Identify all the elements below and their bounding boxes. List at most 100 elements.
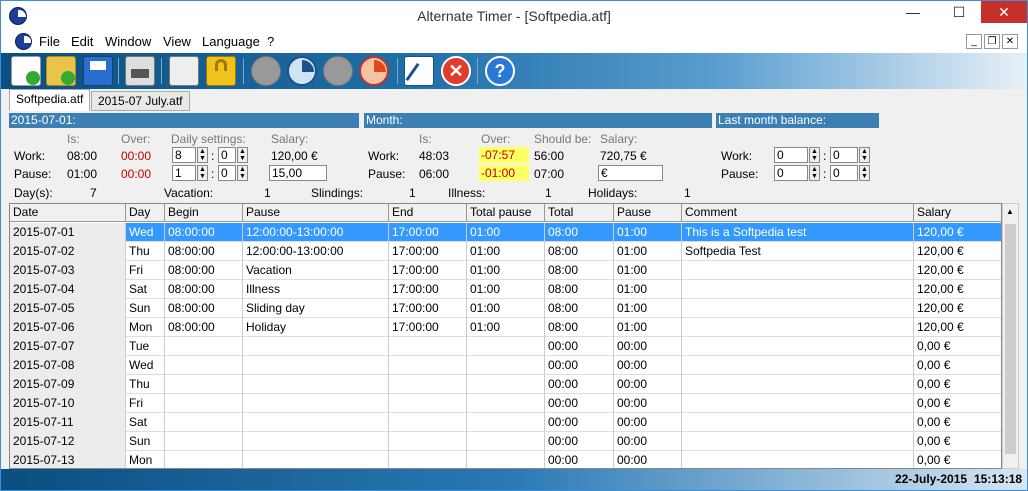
timer-stop-icon[interactable] [323,56,353,86]
cell-pause-total[interactable]: 00:00 [614,432,682,451]
cell-total-pause[interactable] [467,337,545,356]
cell-total[interactable]: 00:00 [545,375,614,394]
cell-date[interactable]: 2015-07-13 [10,451,126,468]
cell-total[interactable]: 08:00 [545,223,614,242]
day-work-hours-spinner[interactable]: ▲ ▼ [197,147,208,163]
cell-total[interactable]: 08:00 [545,242,614,261]
cell-date[interactable]: 2015-07-01 [10,223,126,242]
table-row[interactable]: 2015-07-08 Wed 00:00 00:00 0,00 € [10,356,1001,375]
cell-pause[interactable]: Sliding day [243,299,389,318]
column-header-pause[interactable]: Pause [243,204,389,222]
cell-day[interactable]: Sun [126,432,165,451]
cell-day[interactable]: Fri [126,394,165,413]
cell-end[interactable] [389,432,467,451]
cell-day[interactable]: Wed [126,356,165,375]
day-pause-minutes-spinner[interactable]: ▲ ▼ [237,165,248,181]
cell-comment[interactable] [682,356,914,375]
cell-date[interactable]: 2015-07-12 [10,432,126,451]
vertical-scrollbar[interactable]: ▲ [1002,203,1019,469]
close-button[interactable]: ✕ [981,1,1027,23]
cell-comment[interactable]: Softpedia Test [682,242,914,261]
balance-work-minutes-spinner[interactable]: ▲ ▼ [859,147,870,163]
tab-softpedia[interactable]: Softpedia.atf [9,89,91,111]
cell-pause[interactable]: Holiday [243,318,389,337]
cell-end[interactable] [389,356,467,375]
cell-total-pause[interactable] [467,394,545,413]
column-header-date[interactable]: Date [10,204,126,222]
cell-salary[interactable]: 120,00 € [914,318,1001,337]
table-row[interactable]: 2015-07-02 Thu 08:00:00 12:00:00-13:00:00 17… [10,242,1001,261]
cell-end[interactable] [389,413,467,432]
cell-total-pause[interactable] [467,356,545,375]
tab-july[interactable]: 2015-07 July.atf [91,91,190,111]
column-header-salary[interactable]: Salary [914,204,1001,222]
cell-salary[interactable]: 120,00 € [914,223,1001,242]
cell-total[interactable]: 00:00 [545,413,614,432]
cell-date[interactable]: 2015-07-07 [10,337,126,356]
cell-pause[interactable] [243,337,389,356]
cell-comment[interactable] [682,318,914,337]
menu-language[interactable]: Language [202,34,260,49]
cell-begin[interactable] [165,451,243,468]
scroll-up-arrow[interactable]: ▲ [1006,207,1014,216]
cell-day[interactable]: Sat [126,413,165,432]
table-row[interactable]: 2015-07-06 Mon 08:00:00 Holiday 17:00:00 01:0… [10,318,1001,337]
cell-pause-total[interactable]: 00:00 [614,451,682,468]
cell-end[interactable] [389,451,467,468]
cell-end[interactable] [389,375,467,394]
menu-edit[interactable]: Edit [71,34,93,49]
cell-begin[interactable] [165,432,243,451]
table-row[interactable]: 2015-07-12 Sun 00:00 00:00 0,00 € [10,432,1001,451]
cell-pause-total[interactable]: 00:00 [614,356,682,375]
timesheet-table[interactable]: Date Day Begin Pause End Total pause Total Paus… [9,203,1002,469]
table-row[interactable]: 2015-07-01 Wed 08:00:00 12:00:00-13:00:00 17… [10,223,1001,242]
cell-salary[interactable]: 0,00 € [914,432,1001,451]
cell-total-pause[interactable] [467,432,545,451]
cell-begin[interactable]: 08:00:00 [165,280,243,299]
balance-pause-minutes-spinner[interactable]: ▲ ▼ [859,165,870,181]
cell-total-pause[interactable]: 01:00 [467,242,545,261]
cell-pause[interactable] [243,375,389,394]
day-pause-salary-input[interactable]: 15,00 [269,165,327,181]
mdi-clock-icon[interactable] [15,33,32,50]
cell-date[interactable]: 2015-07-02 [10,242,126,261]
help-icon[interactable]: ? [485,56,515,86]
day-pause-hours-input[interactable]: 1 [172,165,196,181]
mdi-restore-button[interactable]: ❐ [984,34,1000,49]
mdi-close-button[interactable]: ✕ [1002,34,1018,49]
column-header-total[interactable]: Total [545,204,614,222]
cell-end[interactable]: 17:00:00 [389,261,467,280]
cell-pause-total[interactable]: 00:00 [614,413,682,432]
cell-total-pause[interactable]: 01:00 [467,261,545,280]
cell-end[interactable]: 17:00:00 [389,223,467,242]
cell-comment[interactable] [682,451,914,468]
column-header-day[interactable]: Day [126,204,165,222]
cell-comment[interactable] [682,261,914,280]
cell-pause[interactable]: 12:00:00-13:00:00 [243,242,389,261]
menu-help[interactable]: ? [267,34,274,49]
cell-date[interactable]: 2015-07-08 [10,356,126,375]
cell-end[interactable] [389,337,467,356]
cell-total-pause[interactable] [467,413,545,432]
cell-pause-total[interactable]: 00:00 [614,394,682,413]
cell-salary[interactable]: 120,00 € [914,261,1001,280]
cell-total[interactable]: 00:00 [545,451,614,468]
cell-day[interactable]: Fri [126,261,165,280]
menu-file[interactable]: File [39,34,60,49]
cell-begin[interactable] [165,337,243,356]
table-row[interactable]: 2015-07-03 Fri 08:00:00 Vacation 17:00:00 01:… [10,261,1001,280]
cell-comment[interactable] [682,337,914,356]
cell-total[interactable]: 00:00 [545,394,614,413]
cell-pause[interactable] [243,394,389,413]
cell-total-pause[interactable]: 01:00 [467,223,545,242]
delete-icon[interactable]: ✕ [441,56,471,86]
timer-idle-icon[interactable] [251,56,281,86]
minimize-button[interactable]: — [891,1,935,23]
cell-end[interactable] [389,394,467,413]
cell-end[interactable]: 17:00:00 [389,280,467,299]
cell-begin[interactable]: 08:00:00 [165,242,243,261]
cell-salary[interactable]: 120,00 € [914,299,1001,318]
cell-total-pause[interactable]: 01:00 [467,299,545,318]
cell-end[interactable]: 17:00:00 [389,242,467,261]
cell-pause[interactable]: Illness [243,280,389,299]
